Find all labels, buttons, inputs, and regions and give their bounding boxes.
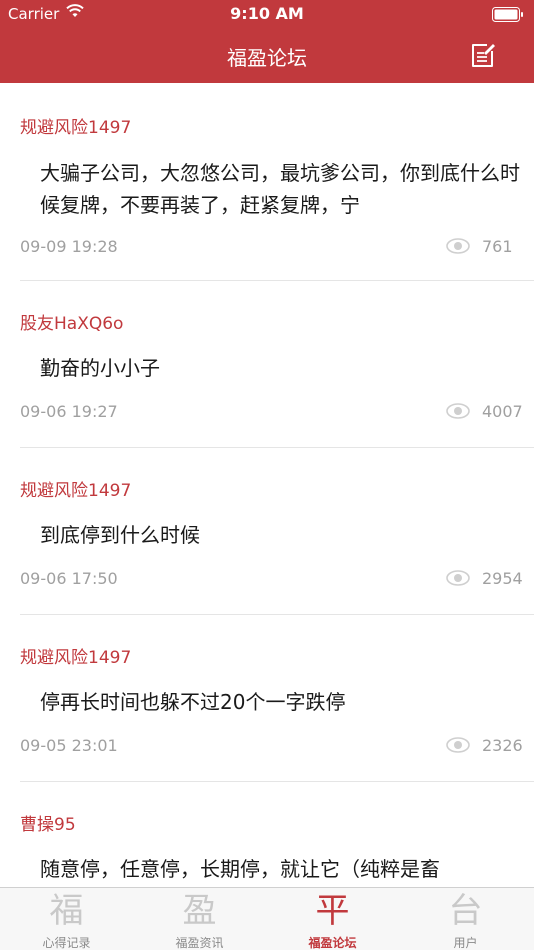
post-author[interactable]: 曹操95 xyxy=(20,810,76,835)
view-count: 2954 xyxy=(482,569,523,588)
post-author[interactable]: 股友HaXQ6o xyxy=(20,309,123,334)
tab-user[interactable]: 台 用户 xyxy=(399,888,532,950)
post-content: 停再长时间也躲不过20个一字跌停 xyxy=(40,690,346,714)
post-content: 随意停，任意停，长期停，就让它（纯粹是畜 xyxy=(40,857,440,881)
view-count: 2326 xyxy=(482,736,523,755)
tab-label: 心得记录 xyxy=(42,936,91,950)
list-item[interactable]: 股友HaXQ6o 勤奋的小小子 09-06 19:27 4007 xyxy=(20,281,534,448)
post-time: 09-06 17:50 xyxy=(20,569,118,588)
post-time: 09-06 19:27 xyxy=(20,402,118,421)
post-author[interactable]: 规避风险1497 xyxy=(20,113,131,138)
post-author[interactable]: 规避风险1497 xyxy=(20,476,131,501)
ping-glyph-icon: 平 xyxy=(315,891,350,931)
post-content: 到底停到什么时候 xyxy=(40,523,200,547)
tab-experience-notes[interactable]: 福 心得记录 xyxy=(0,888,133,950)
compose-icon[interactable] xyxy=(470,42,496,68)
list-item[interactable]: 规避风险1497 停再长时间也躲不过20个一字跌停 09-05 23:01 23… xyxy=(20,615,534,782)
post-content: 勤奋的小小子 xyxy=(40,356,160,380)
post-list[interactable]: 规避风险1497 大骗子公司，大忽悠公司，最坑爹公司，你到底什么时候复牌，不要再… xyxy=(0,83,534,887)
page-title: 福盈论坛 xyxy=(227,46,307,70)
post-time: 09-09 19:28 xyxy=(20,237,118,256)
eye-icon xyxy=(446,570,470,586)
list-item[interactable]: 规避风险1497 到底停到什么时候 09-06 17:50 2954 xyxy=(20,448,534,615)
status-bar: Carrier 9:10 AM xyxy=(0,0,534,30)
status-time: 9:10 AM xyxy=(230,4,304,23)
post-content: 大骗子公司，大忽悠公司，最坑爹公司，你到底什么时候复牌，不要再装了，赶紧复牌，宁 xyxy=(40,161,520,217)
eye-icon xyxy=(446,737,470,753)
tab-news[interactable]: 盈 福盈资讯 xyxy=(133,888,266,950)
battery-icon xyxy=(492,7,523,22)
post-author[interactable]: 规避风险1497 xyxy=(20,643,131,668)
eye-icon xyxy=(446,238,470,254)
view-count: 4007 xyxy=(482,402,523,421)
list-item[interactable]: 曹操95 随意停，任意停，长期停，就让它（纯粹是畜 xyxy=(20,782,534,887)
eye-icon xyxy=(446,403,470,419)
post-time: 09-05 23:01 xyxy=(20,736,118,755)
tab-bar: 福 心得记录 盈 福盈资讯 平 福盈论坛 台 用户 xyxy=(0,887,534,950)
tab-label: 福盈论坛 xyxy=(308,936,357,950)
list-item[interactable]: 规避风险1497 大骗子公司，大忽悠公司，最坑爹公司，你到底什么时候复牌，不要再… xyxy=(20,83,534,281)
navigation-bar: 福盈论坛 xyxy=(0,30,534,83)
ying-glyph-icon: 盈 xyxy=(182,891,217,931)
tab-label: 用户 xyxy=(453,936,478,950)
fu-glyph-icon: 福 xyxy=(49,891,84,931)
view-count: 761 xyxy=(482,237,513,256)
tab-forum[interactable]: 平 福盈论坛 xyxy=(266,888,399,950)
tai-glyph-icon: 台 xyxy=(448,891,483,931)
tab-label: 福盈资讯 xyxy=(175,936,224,950)
